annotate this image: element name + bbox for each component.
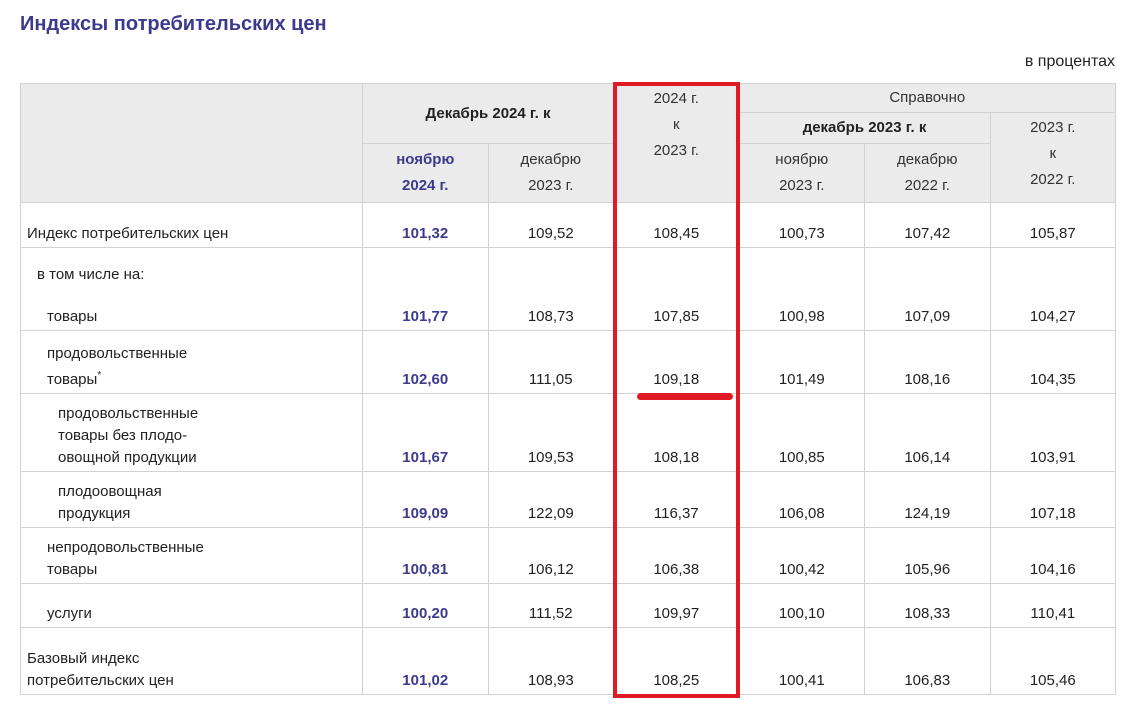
row-label-line: Индекс потребительских цен bbox=[27, 225, 229, 242]
row-label: Индекс потребительских цен bbox=[20, 202, 363, 248]
value-cell: 102,60 bbox=[362, 330, 489, 394]
row-label-line: продукция bbox=[58, 505, 131, 522]
value-cell: 124,19 bbox=[864, 471, 991, 528]
value-cell: 108,73 bbox=[487, 247, 615, 331]
value-cell: 100,41 bbox=[738, 627, 866, 695]
row-label-line: Базовый индекс bbox=[27, 650, 140, 667]
row-label-line: плодоовощная bbox=[58, 483, 162, 500]
row-label-line: продовольственные bbox=[58, 405, 199, 422]
value-cell: 109,09 bbox=[362, 471, 489, 528]
value-cell: 107,42 bbox=[864, 202, 991, 248]
row-label-line: товары bbox=[47, 561, 98, 578]
value-cell: 101,67 bbox=[362, 393, 489, 472]
value-cell: 105,96 bbox=[864, 527, 991, 584]
row-label-line: услуги bbox=[47, 605, 92, 622]
value-cell: 116,37 bbox=[613, 471, 740, 528]
value-cell: 111,05 bbox=[487, 330, 615, 394]
table-row: продовольственные товары* 102,60 111,05 109,… bbox=[20, 330, 1117, 394]
value-cell: 108,16 bbox=[864, 330, 991, 394]
table-row: непродовольственные товары 100,81 106,12 106… bbox=[20, 527, 1117, 584]
value-cell: 101,77 bbox=[362, 247, 489, 331]
row-label-line: товары без плодо- bbox=[58, 427, 188, 444]
row-label-line: товары bbox=[47, 371, 98, 388]
table-row: Базовый индекс потребительских цен 101,02 1… bbox=[20, 627, 1117, 695]
header-ref-dec2022: декабрю 2022 г. bbox=[864, 143, 991, 203]
table-header: Декабрь 2024 г. к 2024 г. к 2023 г. Спра… bbox=[20, 83, 1117, 203]
table-row: услуги 100,20 111,52 109,97 100,10 108,33 110,… bbox=[20, 583, 1117, 628]
value-cell: 106,08 bbox=[738, 471, 866, 528]
value-cell: 103,91 bbox=[989, 393, 1117, 472]
table-row: продовольственные товары без плодо-овощно… bbox=[20, 393, 1117, 472]
row-label: продовольственные товары без плодо-овощно… bbox=[20, 393, 363, 472]
highlight-underline bbox=[637, 393, 733, 400]
value-cell: 100,20 bbox=[362, 583, 489, 628]
value-cell: 100,98 bbox=[738, 247, 866, 331]
header-col-dec2023: декабрю 2023 г. bbox=[487, 143, 615, 203]
header-ref-group: Справочно bbox=[738, 83, 1117, 113]
cpi-table: Декабрь 2024 г. к 2024 г. к 2023 г. Спра… bbox=[20, 83, 1117, 695]
header-col-2024-vs-2023: 2024 г. к 2023 г. bbox=[613, 83, 740, 203]
row-label-line: товары bbox=[47, 308, 98, 325]
table-row: в том числе на: товары 101,77 108,73 107,85 1… bbox=[20, 247, 1117, 331]
value-cell: 106,83 bbox=[864, 627, 991, 695]
value-cell: 104,35 bbox=[989, 330, 1117, 394]
value-cell: 109,97 bbox=[613, 583, 740, 628]
value-cell: 108,93 bbox=[487, 627, 615, 695]
value-cell: 104,27 bbox=[989, 247, 1117, 331]
row-label: услуги bbox=[20, 583, 363, 628]
value-cell: 108,25 bbox=[613, 627, 740, 695]
value-cell: 100,10 bbox=[738, 583, 866, 628]
table-body: Индекс потребительских цен 101,32 109,52 10… bbox=[20, 202, 1117, 695]
value-cell: 100,85 bbox=[738, 393, 866, 472]
row-label: плодоовощная продукция bbox=[20, 471, 363, 528]
header-ref-2023-vs-2022: 2023 г. к 2022 г. bbox=[989, 112, 1117, 203]
value-cell: 108,18 bbox=[613, 393, 740, 472]
value-cell: 107,85 bbox=[613, 247, 740, 331]
value-cell: 109,18 bbox=[613, 330, 740, 394]
value-cell: 105,87 bbox=[989, 202, 1117, 248]
value-cell: 101,32 bbox=[362, 202, 489, 248]
header-col-nov2024: ноябрю 2024 г. bbox=[362, 143, 489, 203]
header-empty-cell bbox=[20, 83, 363, 203]
section-label: в том числе на: bbox=[37, 266, 145, 283]
table-row: Индекс потребительских цен 101,32 109,52 10… bbox=[20, 202, 1117, 248]
value-cell: 111,52 bbox=[487, 583, 615, 628]
value-cell: 109,52 bbox=[487, 202, 615, 248]
value-cell: 106,14 bbox=[864, 393, 991, 472]
row-label: непродовольственные товары bbox=[20, 527, 363, 584]
row-label-line: продовольственные bbox=[47, 345, 188, 362]
value-cell: 100,81 bbox=[362, 527, 489, 584]
header-group-dec2024: Декабрь 2024 г. к bbox=[361, 83, 615, 144]
row-label: Базовый индекс потребительских цен bbox=[20, 627, 363, 695]
value-cell: 110,41 bbox=[989, 583, 1117, 628]
value-cell: 107,09 bbox=[864, 247, 991, 331]
value-cell: 100,42 bbox=[738, 527, 866, 584]
value-cell: 107,18 bbox=[989, 471, 1117, 528]
row-label-line: непродовольственные bbox=[47, 539, 204, 556]
value-cell: 101,49 bbox=[738, 330, 866, 394]
value-cell: 105,46 bbox=[989, 627, 1117, 695]
header-ref-nov2023: ноябрю 2023 г. bbox=[738, 143, 866, 203]
header-ref-dec2023: декабрь 2023 г. к bbox=[738, 112, 991, 144]
row-label-line-wrap: товары* bbox=[47, 365, 362, 391]
value-cell: 101,02 bbox=[362, 627, 489, 695]
value-cell: 100,73 bbox=[738, 202, 866, 248]
unit-label: в процентах bbox=[1024, 53, 1115, 70]
row-label-line: овощной продукции bbox=[58, 449, 197, 466]
footnote-marker: * bbox=[97, 370, 102, 381]
row-label: продовольственные товары* bbox=[20, 330, 363, 394]
value-cell: 122,09 bbox=[487, 471, 615, 528]
page-title: Индексы потребительских цен bbox=[20, 13, 327, 35]
value-cell: 108,33 bbox=[864, 583, 991, 628]
value-cell: 106,12 bbox=[487, 527, 615, 584]
row-label: в том числе на: товары bbox=[20, 247, 363, 331]
value-cell: 104,16 bbox=[989, 527, 1117, 584]
row-label-line: потребительских цен bbox=[27, 672, 174, 689]
value-cell: 108,45 bbox=[613, 202, 740, 248]
table-row: плодоовощная продукция 109,09 122,09 116,37 1… bbox=[20, 471, 1117, 528]
value-cell: 109,53 bbox=[487, 393, 615, 472]
value-cell: 106,38 bbox=[613, 527, 740, 584]
